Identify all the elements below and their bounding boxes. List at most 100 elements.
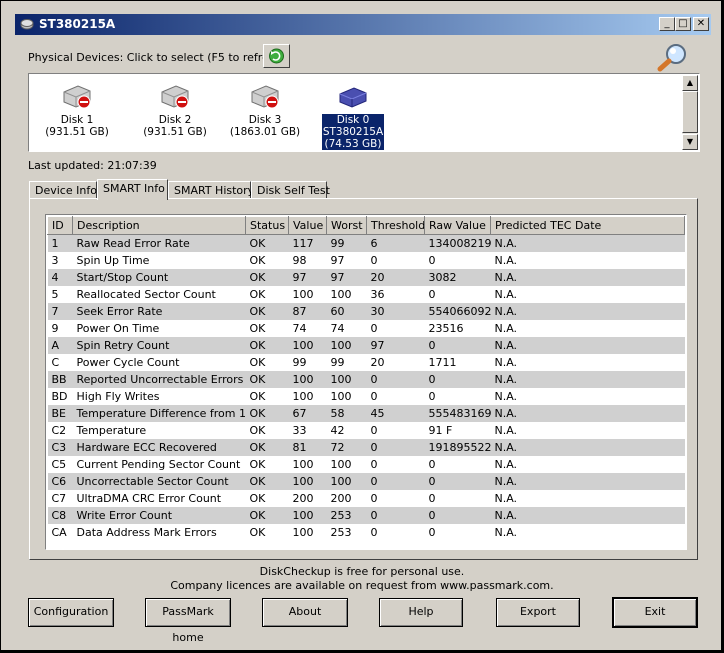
table-row[interactable]: 1 Raw Read Error Rate OK 117 99 6 134008219 N.A…: [47, 234, 685, 252]
table-row[interactable]: C5 Current Pending Sector Count OK 100 100 0 0…: [47, 456, 685, 473]
table-row[interactable]: C Power Cycle Count OK 99 99 20 1711 N.A.: [47, 354, 685, 371]
table-cell: BD: [47, 388, 73, 405]
passmark-home-button[interactable]: PassMark home: [145, 598, 231, 644]
table-cell: 100: [288, 507, 327, 524]
table-cell: N.A.: [490, 269, 685, 286]
table-cell: 5: [47, 286, 73, 303]
table-cell: 3082: [424, 269, 491, 286]
table-cell: 100: [288, 388, 327, 405]
device-size: (931.51 GB): [45, 126, 109, 138]
table-cell: OK: [245, 337, 289, 354]
refresh-button[interactable]: [263, 44, 290, 68]
table-row[interactable]: C8 Write Error Count OK 100 253 0 0 N.A.: [47, 507, 685, 524]
device-item-disk-2[interactable]: Disk 2 (931.51 GB): [135, 82, 215, 138]
table-cell: 97: [366, 337, 425, 354]
table-cell: OK: [245, 354, 289, 371]
table-row[interactable]: 5 Reallocated Sector Count OK 100 100 36 0 N.A.: [47, 286, 685, 303]
column-header[interactable]: Predicted TEC Date: [490, 216, 685, 235]
table-cell: 7: [47, 303, 73, 320]
exit-button[interactable]: Exit: [613, 598, 697, 627]
table-cell: 555483169: [424, 405, 491, 422]
table-cell: N.A.: [490, 371, 685, 388]
device-list[interactable]: Disk 1 (931.51 GB) Disk 2 (931.51 GB) Disk…: [28, 73, 700, 152]
table-cell: OK: [245, 234, 289, 252]
column-header[interactable]: Worst: [326, 216, 367, 235]
tab-smart-history[interactable]: SMART History: [168, 181, 254, 199]
hard-drive-selected-icon: [339, 87, 367, 108]
table-cell: 100: [326, 388, 367, 405]
table-cell: C5: [47, 456, 73, 473]
table-cell: 100: [326, 371, 367, 388]
table-cell: 100: [326, 473, 367, 490]
tab-device-info[interactable]: Device Info: [29, 181, 97, 199]
table-cell: 100: [288, 371, 327, 388]
table-cell: 0: [366, 320, 425, 337]
maximize-button[interactable]: □: [675, 17, 691, 31]
column-header[interactable]: Status: [245, 216, 289, 235]
table-row[interactable]: 4 Start/Stop Count OK 97 97 20 3082 N.A.: [47, 269, 685, 286]
table-cell: 20: [366, 269, 425, 286]
column-header[interactable]: Raw Value: [424, 216, 491, 235]
title-bar[interactable]: ST380215A _ □ ✕: [15, 14, 711, 35]
scroll-thumb[interactable]: [682, 91, 698, 133]
table-cell: BB: [47, 371, 73, 388]
table-cell: 4: [47, 269, 73, 286]
table-cell: N.A.: [490, 490, 685, 507]
table-cell: N.A.: [490, 320, 685, 337]
table-row[interactable]: CA Data Address Mark Errors OK 100 253 0 0 N.A.: [47, 524, 685, 541]
table-row[interactable]: C3 Hardware ECC Recovered OK 81 72 0 191895522…: [47, 439, 685, 456]
device-item-disk-0[interactable]: Disk 0 ST380215A (74.53 GB): [313, 82, 393, 150]
device-size: (74.53 GB): [324, 138, 382, 150]
table-cell: Reported Uncorrectable Errors: [72, 371, 246, 388]
column-header[interactable]: Value: [288, 216, 327, 235]
table-row[interactable]: BD High Fly Writes OK 100 100 0 0 N.A.: [47, 388, 685, 405]
table-cell: C3: [47, 439, 73, 456]
column-header[interactable]: Threshold: [366, 216, 425, 235]
table-cell: OK: [245, 422, 289, 439]
tab-smart-info[interactable]: SMART Info: [97, 179, 168, 200]
configuration-button[interactable]: Configuration: [28, 598, 114, 627]
table-cell: OK: [245, 371, 289, 388]
table-row[interactable]: C2 Temperature OK 33 42 0 91 F N.A.: [47, 422, 685, 439]
table-row[interactable]: C6 Uncorrectable Sector Count OK 100 100 0 0 N.…: [47, 473, 685, 490]
table-row[interactable]: BE Temperature Difference from 100 OK 67 58 4…: [47, 405, 685, 422]
table-cell: 0: [424, 388, 491, 405]
search-magnifier-icon[interactable]: [656, 42, 690, 72]
minimize-button[interactable]: _: [659, 17, 675, 31]
table-row[interactable]: A Spin Retry Count OK 100 100 97 0 N.A.: [47, 337, 685, 354]
table-cell: 253: [326, 507, 367, 524]
footer-licence-notice: Company licences are available on reques…: [170, 579, 554, 592]
table-cell: Power On Time: [72, 320, 246, 337]
table-row[interactable]: C7 UltraDMA CRC Error Count OK 200 200 0 0 N.A.: [47, 490, 685, 507]
hard-drive-warning-icon: [251, 85, 279, 109]
device-list-scrollbar[interactable]: ▲ ▼: [682, 75, 698, 150]
table-cell: 20: [366, 354, 425, 371]
help-button[interactable]: Help: [379, 598, 463, 627]
column-header[interactable]: Description: [72, 216, 246, 235]
about-button[interactable]: About: [262, 598, 348, 627]
table-cell: 0: [366, 422, 425, 439]
column-header[interactable]: ID: [47, 216, 73, 235]
table-row[interactable]: 3 Spin Up Time OK 98 97 0 0 N.A.: [47, 252, 685, 269]
device-name: Disk 2: [158, 114, 192, 126]
table-row[interactable]: 9 Power On Time OK 74 74 0 23516 N.A.: [47, 320, 685, 337]
table-cell: 253: [326, 524, 367, 541]
table-header-row: ID Description Status Value Worst Threshold Ra…: [47, 216, 685, 235]
smart-table-container[interactable]: ID Description Status Value Worst Threshold Ra…: [45, 214, 687, 550]
scroll-down-icon[interactable]: ▼: [682, 134, 698, 150]
table-row[interactable]: 7 Seek Error Rate OK 87 60 30 554066092 N.A.: [47, 303, 685, 320]
table-cell: 42: [326, 422, 367, 439]
table-cell: 200: [288, 490, 327, 507]
device-item-disk-1[interactable]: Disk 1 (931.51 GB): [37, 82, 117, 138]
device-item-disk-3[interactable]: Disk 3 (1863.01 GB): [225, 82, 305, 138]
table-cell: 0: [424, 507, 491, 524]
export-button[interactable]: Export: [496, 598, 580, 627]
table-cell: Write Error Count: [72, 507, 246, 524]
scroll-up-icon[interactable]: ▲: [682, 75, 698, 91]
table-row[interactable]: BB Reported Uncorrectable Errors OK 100 100 0…: [47, 371, 685, 388]
table-cell: 1: [47, 234, 73, 252]
close-button[interactable]: ✕: [693, 17, 709, 31]
table-cell: 100: [288, 337, 327, 354]
table-cell: 200: [326, 490, 367, 507]
tab-disk-self-test[interactable]: Disk Self Test: [251, 181, 330, 199]
